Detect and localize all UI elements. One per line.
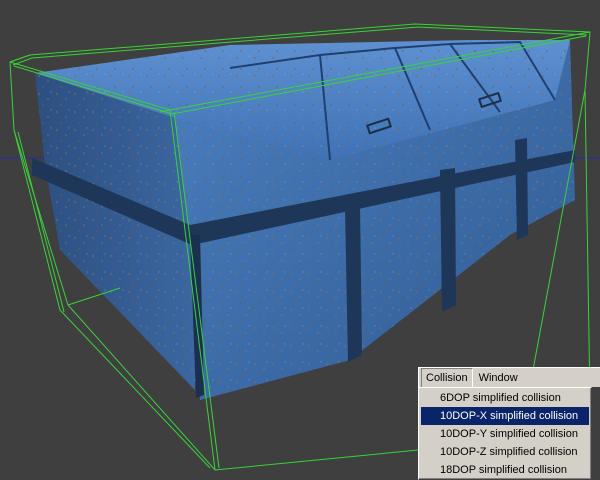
menu-collision[interactable]: Collision <box>421 367 473 388</box>
menu-item-18dop[interactable]: 18DOP simplified collision <box>421 461 589 479</box>
menu-item-10dop-z[interactable]: 10DOP-Z simplified collision <box>421 443 589 461</box>
menu-bar: Collision Window <box>418 367 600 388</box>
menu-item-10dop-x[interactable]: 10DOP-X simplified collision <box>421 407 589 425</box>
collision-dropdown-menu: 6DOP simplified collision 10DOP-X simpli… <box>418 387 592 480</box>
menu-item-6dop[interactable]: 6DOP simplified collision <box>421 389 589 407</box>
menu-item-10dop-y[interactable]: 10DOP-Y simplified collision <box>421 425 589 443</box>
menu-window[interactable]: Window <box>475 369 522 387</box>
